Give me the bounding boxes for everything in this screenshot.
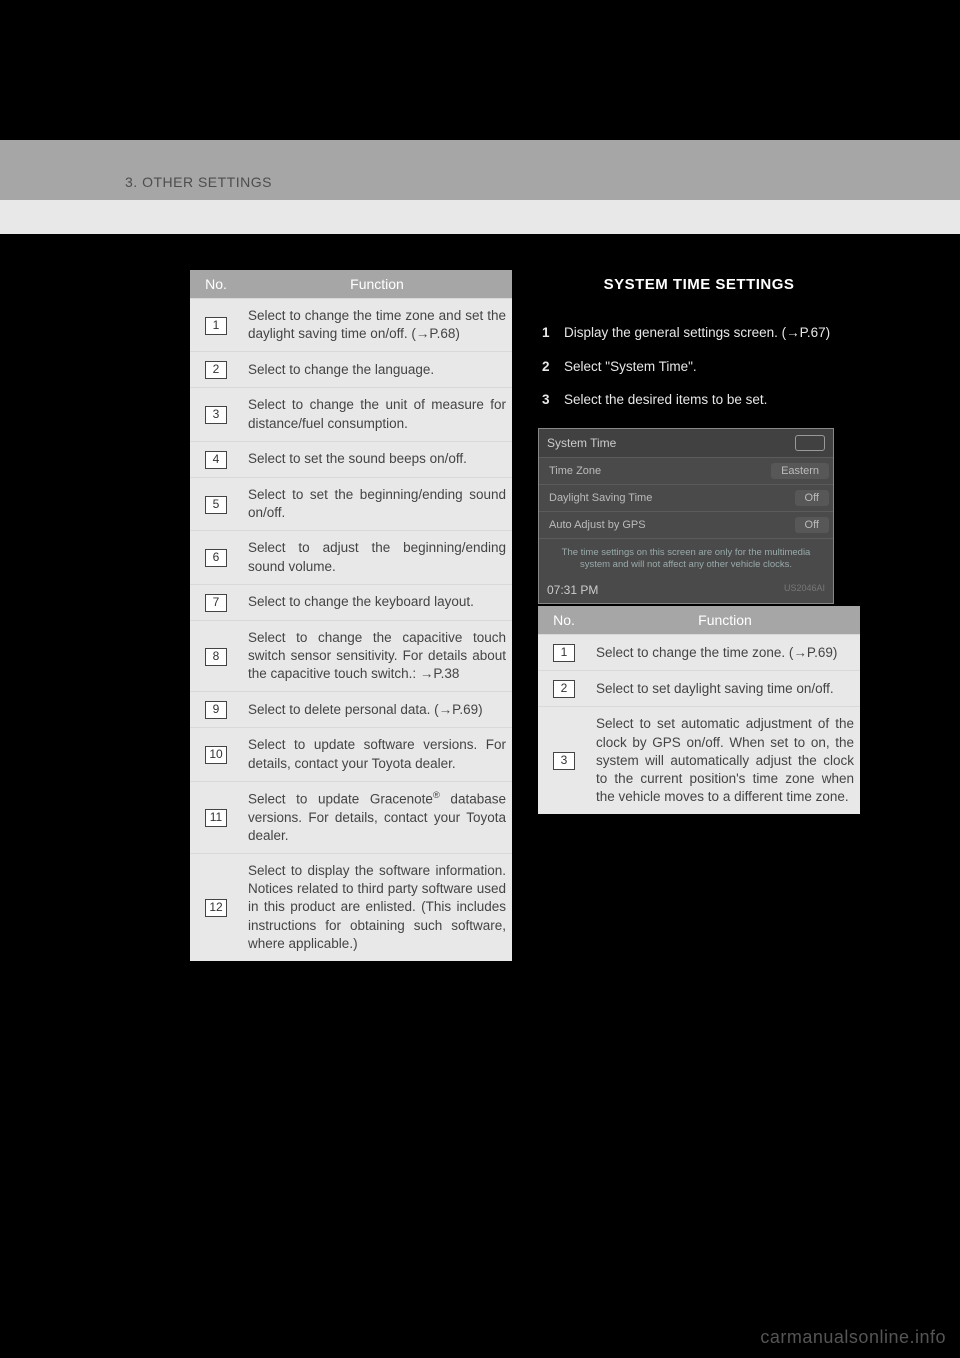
row-label: Daylight Saving Time [549,492,652,504]
table-row: 1 Select to change the time zone. (→P.69… [538,635,860,671]
col-header-no: No. [190,270,242,299]
back-icon [795,435,825,451]
screenshot-row-timezone: Time Zone Eastern 1 [539,457,833,484]
function-text: Select to update Gracenote® database ver… [242,781,512,853]
col-header-no: No. [538,606,590,635]
function-text: Select to set daylight saving time on/of… [590,671,860,707]
table-row: 4 Select to set the sound beeps on/off. [190,441,512,477]
page-content: 3. OTHER SETTINGS No. Function 1 Select … [0,140,960,961]
section-title: SYSTEM TIME SETTINGS [538,270,860,299]
callout-number: 12 [205,899,227,917]
step-number: 3 [542,390,564,410]
col-header-function: Function [242,270,512,299]
screenshot-note: The time settings on this screen are onl… [539,538,833,580]
screenshot-footer: 07:31 PM US2046AI [539,579,833,603]
function-text: Select to change the time zone and set t… [242,299,512,352]
function-text: Select to change the time zone. (→P.69) [590,635,860,671]
table-row: 3 Select to set automatic adjustment of … [538,707,860,815]
callout-number: 11 [205,809,227,827]
callout-number: 7 [205,594,227,612]
callout-number: 2 [205,361,227,379]
function-text: Select to delete personal data. (→P.69) [242,692,512,728]
table-row: 9 Select to delete personal data. (→P.69… [190,692,512,728]
table-row: 8 Select to change the capacitive touch … [190,620,512,692]
screenshot-row-gps: Auto Adjust by GPS Off 3 [539,511,833,538]
table-row: 6 Select to adjust the beginning/ending … [190,531,512,584]
watermark: carmanualsonline.info [760,1327,946,1348]
table-row: 3 Select to change the unit of measure f… [190,388,512,441]
screenshot-header: System Time [539,429,833,457]
function-text: Select to change the language. [242,352,512,388]
step-text: Display the general settings screen. (→P… [564,323,856,343]
screenshot-time: 07:31 PM [547,583,598,597]
step-number: 2 [542,357,564,377]
table-row: 10 Select to update software versions. F… [190,728,512,781]
step-item: 1 Display the general settings screen. (… [542,323,856,343]
function-text: Select to adjust the beginning/ending so… [242,531,512,584]
step-item: 2 Select "System Time". [542,357,856,377]
step-text: Select the desired items to be set. [564,390,856,410]
screenshot-title: System Time [547,436,616,450]
table-row: 5 Select to set the beginning/ending sou… [190,477,512,530]
row-label: Time Zone [549,465,601,477]
callout-number: 8 [205,648,227,666]
callout-number: 6 [205,549,227,567]
screenshot-code: US2046AI [784,583,825,597]
function-text: Select to set automatic adjustment of th… [590,707,860,815]
screenshot-wrapper: System Time Time Zone Eastern 1 Daylight… [538,428,860,605]
callout-number: 3 [553,752,575,770]
table-row: 1 Select to change the time zone and set… [190,299,512,352]
columns: No. Function 1 Select to change the time… [0,234,960,961]
function-text: Select to change the keyboard layout. [242,584,512,620]
function-text: Select to change the unit of measure for… [242,388,512,441]
function-text: Select to update software versions. For … [242,728,512,781]
callout-number: 4 [205,451,227,469]
right-function-table: No. Function 1 Select to change the time… [538,606,860,814]
left-column: No. Function 1 Select to change the time… [190,270,512,961]
callout-number: 2 [553,680,575,698]
table-row: 2 Select to change the language. [190,352,512,388]
table-row: 11 Select to update Gracenote® database … [190,781,512,853]
step-item: 3 Select the desired items to be set. [542,390,856,410]
row-value: Off [795,490,829,506]
table-row: 7 Select to change the keyboard layout. [190,584,512,620]
row-value: Off [795,517,829,533]
left-function-table: No. Function 1 Select to change the time… [190,270,512,961]
col-header-function: Function [590,606,860,635]
sub-header-bar [0,200,960,234]
steps-list: 1 Display the general settings screen. (… [538,323,860,410]
function-text: Select to display the software informati… [242,854,512,962]
row-label: Auto Adjust by GPS [549,519,646,531]
row-value: Eastern [771,463,829,479]
function-text: Select to change the capacitive touch sw… [242,620,512,692]
callout-number: 3 [205,406,227,424]
step-text: Select "System Time". [564,357,856,377]
breadcrumb: 3. OTHER SETTINGS [125,174,272,190]
function-text: Select to set the beginning/ending sound… [242,477,512,530]
callout-number: 9 [205,701,227,719]
header-bar: 3. OTHER SETTINGS [0,140,960,200]
system-time-screenshot: System Time Time Zone Eastern 1 Daylight… [538,428,834,605]
step-number: 1 [542,323,564,343]
screenshot-row-dst: Daylight Saving Time Off 2 [539,484,833,511]
table-row: 2 Select to set daylight saving time on/… [538,671,860,707]
callout-number: 10 [205,746,227,764]
table-row: 12 Select to display the software inform… [190,854,512,962]
callout-number: 5 [205,496,227,514]
callout-number: 1 [553,644,575,662]
right-column: SYSTEM TIME SETTINGS 1 Display the gener… [538,270,860,961]
function-text: Select to set the sound beeps on/off. [242,441,512,477]
callout-number: 1 [205,317,227,335]
